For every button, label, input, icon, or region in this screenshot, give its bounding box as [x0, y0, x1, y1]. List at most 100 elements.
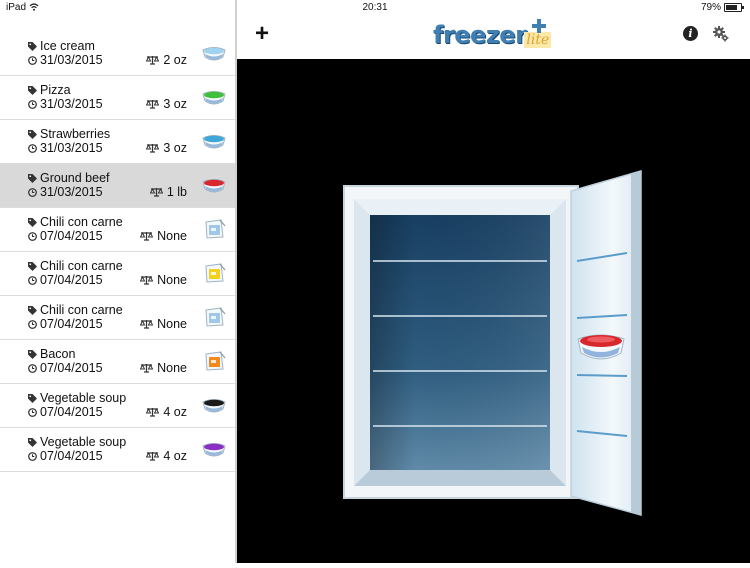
item-weight-value: 4 oz: [163, 405, 187, 419]
item-date-row: 07/04/2015: [28, 317, 103, 331]
list-item[interactable]: Chili con carne 07/04/2015 None: [0, 296, 235, 340]
item-name: Bacon: [40, 347, 76, 361]
list-item[interactable]: Vegetable soup 07/04/2015 4 oz: [0, 428, 235, 472]
list-item[interactable]: Pizza 31/03/2015 3 oz: [0, 76, 235, 120]
clock-icon: [28, 407, 37, 417]
item-date: 07/04/2015: [40, 317, 103, 331]
bowl-icon: [202, 399, 226, 413]
item-date: 31/03/2015: [40, 185, 103, 199]
tag-icon: [28, 85, 37, 95]
item-date-row: 31/03/2015: [28, 141, 103, 155]
item-weight: 3 oz: [146, 141, 187, 155]
clock-icon: [28, 143, 37, 153]
scale-icon: [140, 275, 154, 285]
item-name: Ice cream: [40, 39, 95, 53]
selected-item-bowl: [577, 334, 625, 360]
item-name-row: Pizza: [28, 83, 71, 97]
freezer-bag-icon: [205, 307, 226, 327]
freezer-bag-icon: [205, 351, 226, 371]
logo-main-text: freezer: [433, 21, 527, 49]
clock-icon: [28, 231, 37, 241]
tag-icon: [28, 393, 37, 403]
list-item[interactable]: Strawberries 31/03/2015 3 oz: [0, 120, 235, 164]
clock-icon: [28, 55, 37, 65]
item-weight: None: [140, 361, 187, 375]
item-weight: None: [140, 229, 187, 243]
item-date: 31/03/2015: [40, 141, 103, 155]
info-button[interactable]: i: [683, 26, 698, 41]
item-weight: 4 oz: [146, 449, 187, 463]
list-item[interactable]: Chili con carne 07/04/2015 None: [0, 252, 235, 296]
add-item-button[interactable]: +: [255, 20, 269, 48]
toolbar: + freezer lite i: [237, 16, 750, 59]
freezer-view: [237, 59, 750, 563]
bowl-icon: [202, 443, 226, 457]
scale-icon: [146, 407, 160, 417]
item-date-row: 07/04/2015: [28, 361, 103, 375]
tag-icon: [28, 261, 37, 271]
item-date: 07/04/2015: [40, 229, 103, 243]
item-name: Chili con carne: [40, 259, 123, 273]
list-item[interactable]: Chili con carne 07/04/2015 None: [0, 208, 235, 252]
bowl-icon: [202, 135, 226, 149]
item-date-row: 07/04/2015: [28, 229, 103, 243]
item-weight: None: [140, 317, 187, 331]
scale-icon: [140, 319, 154, 329]
battery-icon: [724, 3, 744, 12]
item-date-row: 31/03/2015: [28, 53, 103, 67]
item-name: Chili con carne: [40, 303, 123, 317]
item-weight: None: [140, 273, 187, 287]
battery-status: 79%: [701, 2, 744, 13]
item-name: Vegetable soup: [40, 391, 127, 405]
tag-icon: [28, 437, 37, 447]
item-date-row: 31/03/2015: [28, 185, 103, 199]
freezer-illustration[interactable]: [237, 59, 750, 563]
item-weight-value: None: [157, 317, 187, 331]
item-name: Pizza: [40, 83, 71, 97]
list-item[interactable]: Vegetable soup 07/04/2015 4 oz: [0, 384, 235, 428]
item-name-row: Ice cream: [28, 39, 95, 53]
item-date-row: 07/04/2015: [28, 273, 103, 287]
item-date: 31/03/2015: [40, 97, 103, 111]
item-name-row: Strawberries: [28, 127, 110, 141]
list-item[interactable]: Bacon 07/04/2015 None: [0, 340, 235, 384]
item-weight-value: 3 oz: [163, 141, 187, 155]
app-logo: freezer lite: [433, 19, 552, 49]
item-date-row: 07/04/2015: [28, 405, 103, 419]
freezer-bag-icon: [205, 263, 226, 283]
bowl-icon: [202, 91, 226, 105]
item-name-row: Ground beef: [28, 171, 110, 185]
item-date: 07/04/2015: [40, 449, 103, 463]
main-panel: + freezer lite i: [237, 16, 750, 563]
inventory-list[interactable]: Ice cream 31/03/2015 2 oz Pizza 31/03/2015 3 …: [0, 16, 235, 563]
item-date-row: 31/03/2015: [28, 97, 103, 111]
item-weight-value: 1 lb: [166, 185, 187, 199]
item-weight: 1 lb: [149, 185, 187, 199]
status-bar: iPad 20:31 79%: [0, 0, 750, 16]
item-date-row: 07/04/2015: [28, 449, 103, 463]
clock-time: 20:31: [362, 2, 388, 13]
list-item[interactable]: Ice cream 31/03/2015 2 oz: [0, 32, 235, 76]
tag-icon: [28, 217, 37, 227]
item-name-row: Vegetable soup: [28, 435, 126, 449]
item-weight-value: None: [157, 229, 187, 243]
item-name-row: Chili con carne: [28, 303, 123, 317]
clock-icon: [28, 187, 37, 197]
tag-icon: [28, 305, 37, 315]
tag-icon: [28, 41, 37, 51]
clock-icon: [28, 99, 37, 109]
clock-icon: [28, 275, 37, 285]
settings-gear-icon[interactable]: [712, 25, 730, 43]
item-date: 07/04/2015: [40, 273, 103, 287]
clock-icon: [28, 363, 37, 373]
door-shelf: [576, 374, 628, 377]
list-item[interactable]: Ground beef 31/03/2015 1 lb: [0, 164, 235, 208]
item-weight-value: 3 oz: [163, 97, 187, 111]
clock-icon: [28, 451, 37, 461]
item-weight: 4 oz: [146, 405, 187, 419]
item-date: 07/04/2015: [40, 405, 103, 419]
item-name-row: Chili con carne: [28, 215, 123, 229]
clock-icon: [28, 319, 37, 329]
scale-icon: [149, 187, 163, 197]
scale-icon: [140, 363, 154, 373]
